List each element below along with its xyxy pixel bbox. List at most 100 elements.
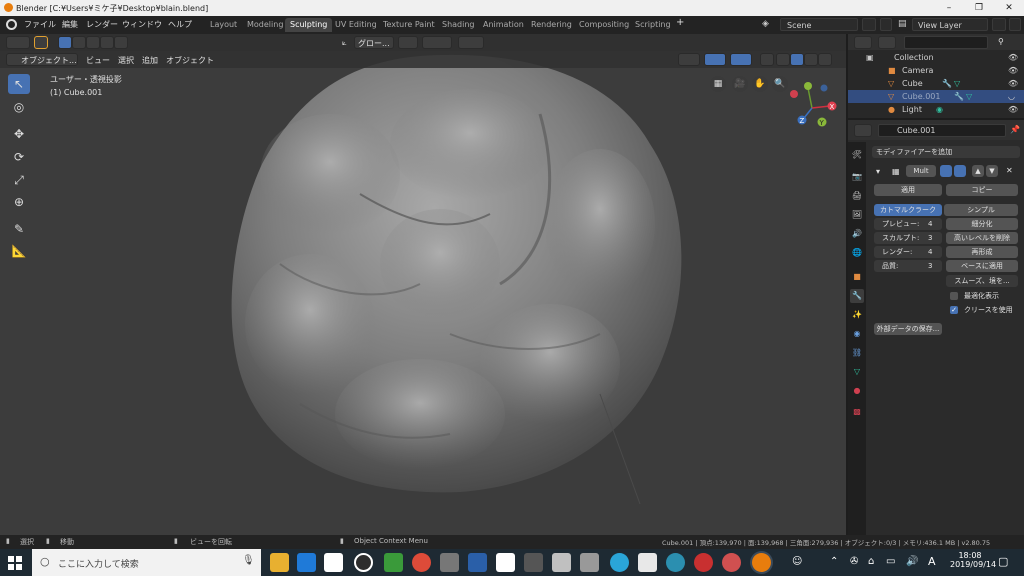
select-mode-new[interactable] bbox=[58, 36, 72, 49]
menu-edit[interactable]: 編集 bbox=[62, 19, 78, 30]
toggle-camera-view-icon[interactable]: ▦ bbox=[710, 76, 726, 92]
apply-base-button[interactable]: ベースに適用 bbox=[946, 260, 1018, 272]
eye-icon[interactable]: 👁 bbox=[1008, 103, 1018, 116]
catmull-clark-button[interactable]: カトマルクラーク bbox=[874, 204, 942, 216]
app-red-icon[interactable] bbox=[694, 553, 713, 572]
app-dark-icon[interactable] bbox=[524, 553, 543, 572]
windows-start-icon[interactable] bbox=[8, 556, 22, 570]
app-red2-icon[interactable] bbox=[722, 553, 741, 572]
shading-rendered-button[interactable] bbox=[818, 53, 832, 66]
save-external-button[interactable]: 外部データの保存... bbox=[874, 323, 942, 335]
transform-orientation-dropdown[interactable]: グロー... bbox=[354, 36, 394, 49]
mode-dropdown[interactable]: オブジェクト... bbox=[6, 53, 78, 66]
tab-animation[interactable]: Animation bbox=[478, 18, 529, 32]
app-circle-icon[interactable] bbox=[354, 553, 373, 572]
axis-gizmo[interactable]: X Z Y bbox=[786, 74, 842, 130]
apply-button[interactable]: 適用 bbox=[874, 184, 942, 196]
outliner-row-camera[interactable]: ■ Camera 👁 bbox=[848, 64, 1024, 77]
eye-icon[interactable]: 👁 bbox=[1008, 51, 1018, 64]
menu-select[interactable]: 選択 bbox=[118, 55, 134, 66]
file-explorer-icon[interactable] bbox=[270, 553, 289, 572]
photos-icon[interactable] bbox=[496, 553, 515, 572]
app-silver-icon[interactable] bbox=[580, 553, 599, 572]
editor-type-button[interactable] bbox=[6, 36, 30, 49]
menu-window[interactable]: ウィンドウ bbox=[122, 19, 162, 30]
tray-icon-1[interactable]: ✇ bbox=[850, 556, 858, 567]
eye-hidden-icon[interactable]: ◡ bbox=[1008, 90, 1015, 103]
outliner-editor-type[interactable] bbox=[854, 36, 872, 49]
close-window-button[interactable]: ✕ bbox=[994, 0, 1024, 16]
tray-icon-2[interactable]: ▭ bbox=[886, 556, 895, 567]
tab-scene-icon[interactable]: 🔊 bbox=[850, 227, 864, 241]
show-in-viewport-button[interactable] bbox=[940, 165, 952, 177]
outliner-search-input[interactable] bbox=[904, 36, 988, 49]
menu-add[interactable]: 追加 bbox=[142, 55, 158, 66]
remove-modifier-icon[interactable]: ✕ bbox=[1006, 166, 1013, 175]
blender-menu-icon[interactable] bbox=[6, 19, 17, 30]
tab-layout[interactable]: Layout bbox=[205, 18, 242, 32]
menu-view[interactable]: ビュー bbox=[86, 55, 110, 66]
pivot-point-button[interactable] bbox=[398, 36, 418, 49]
tab-constraints-icon[interactable]: ⛓ bbox=[850, 346, 864, 360]
tab-texture-paint[interactable]: Texture Paint bbox=[378, 18, 440, 32]
add-workspace-button[interactable]: + bbox=[676, 17, 684, 28]
move-tool[interactable]: ✥ bbox=[8, 124, 30, 144]
app-white-icon[interactable] bbox=[638, 553, 657, 572]
taskbar-clock[interactable]: 18:08 2019/09/14 bbox=[950, 551, 996, 569]
optimal-display-checkbox[interactable] bbox=[950, 292, 958, 300]
proportional-edit-button[interactable] bbox=[458, 36, 484, 49]
tab-sculpting[interactable]: Sculpting bbox=[285, 18, 333, 32]
show-gizmo-button[interactable] bbox=[704, 53, 726, 66]
copy-button[interactable]: コピー bbox=[946, 184, 1018, 196]
delete-higher-button[interactable]: 高いレベルを削除 bbox=[946, 232, 1018, 244]
preview-levels-field[interactable]: プレビュー: 4 bbox=[874, 218, 942, 230]
scene-selector[interactable]: Scene bbox=[780, 18, 858, 31]
tab-view-layer-icon[interactable]: 🖼 bbox=[850, 208, 864, 222]
tab-physics-icon[interactable]: ◉ bbox=[850, 327, 864, 341]
view-layer-selector[interactable]: View Layer bbox=[912, 18, 988, 31]
taskbar-search-box[interactable]: ○ ここに入力して検索 🎙 bbox=[32, 549, 261, 576]
outliner-row-cube[interactable]: ▽ Cube 🔧 ▽ 👁 bbox=[848, 77, 1024, 90]
tab-render-icon[interactable]: 📷 bbox=[850, 170, 864, 184]
3d-viewport[interactable]: ⟀ グロー... オブジェクト... ビュー 選択 追加 オブジェクト ユーザー… bbox=[0, 34, 846, 535]
tab-modifier-icon[interactable]: 🔧 bbox=[850, 289, 864, 303]
simple-button[interactable]: シンプル bbox=[944, 204, 1018, 216]
select-mode-extend[interactable] bbox=[72, 36, 86, 49]
tray-chevron-icon[interactable]: ⌃ bbox=[830, 556, 838, 567]
menu-file[interactable]: ファイル bbox=[24, 19, 56, 30]
subdivide-button[interactable]: 細分化 bbox=[946, 218, 1018, 230]
eye-icon[interactable]: 👁 bbox=[1008, 77, 1018, 90]
new-view-layer-button[interactable] bbox=[992, 18, 1006, 31]
measure-tool[interactable]: 📐 bbox=[8, 241, 30, 261]
render-levels-field[interactable]: レンダー: 4 bbox=[874, 246, 942, 258]
menu-object[interactable]: オブジェクト bbox=[166, 55, 214, 66]
outliner-row-collection[interactable]: ▣ Collection 👁 bbox=[848, 51, 1024, 64]
uv-smooth-dropdown[interactable]: スムーズ、境を... bbox=[946, 275, 1018, 287]
tab-scripting[interactable]: Scripting bbox=[630, 18, 676, 32]
people-icon[interactable]: ☺ bbox=[792, 556, 802, 567]
select-mode-intersect[interactable] bbox=[114, 36, 128, 49]
delete-scene-button[interactable] bbox=[880, 18, 892, 31]
tab-output-icon[interactable]: 🖨 bbox=[850, 189, 864, 203]
sculpt-levels-field[interactable]: スカルプト: 3 bbox=[874, 232, 942, 244]
app-teal-icon[interactable] bbox=[666, 553, 685, 572]
tab-particles-icon[interactable]: ✨ bbox=[850, 308, 864, 322]
blender-taskbar-icon[interactable] bbox=[752, 553, 771, 572]
store-icon[interactable] bbox=[324, 553, 343, 572]
camera-view-icon[interactable]: 🎥 bbox=[732, 76, 748, 92]
tab-shading[interactable]: Shading bbox=[437, 18, 480, 32]
tab-tool-icon[interactable]: 🛠 bbox=[850, 148, 864, 162]
use-creases-checkbox[interactable]: ✓ bbox=[950, 306, 958, 314]
modifier-name-field[interactable]: Mult bbox=[906, 165, 936, 177]
outliner-row-light[interactable]: ● Light ◉ 👁 bbox=[848, 103, 1024, 116]
outliner-row-cube-001[interactable]: ▽ Cube.001 🔧 ▽ ◡ bbox=[848, 90, 1024, 103]
tab-texture-icon[interactable]: ▩ bbox=[850, 405, 864, 419]
move-up-button[interactable]: ▲ bbox=[972, 165, 984, 177]
eye-icon[interactable]: 👁 bbox=[1008, 64, 1018, 77]
new-scene-button[interactable] bbox=[862, 18, 876, 31]
properties-editor-type[interactable] bbox=[854, 124, 872, 137]
pan-view-icon[interactable]: ✋ bbox=[752, 76, 768, 92]
shading-wireframe-button[interactable] bbox=[776, 53, 790, 66]
annotate-tool[interactable]: ✎ bbox=[8, 219, 30, 239]
delete-view-layer-button[interactable] bbox=[1009, 18, 1021, 31]
